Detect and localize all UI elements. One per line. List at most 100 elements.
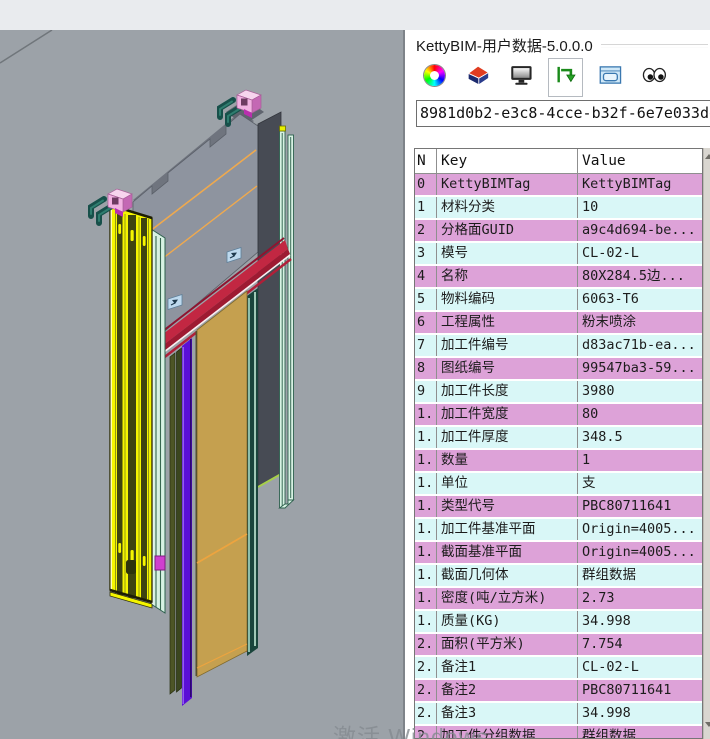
table-cell-val[interactable]: 2.73 — [578, 588, 702, 609]
table-row[interactable]: 1.单位支 — [415, 473, 702, 496]
table-cell-val[interactable]: 34.998 — [578, 703, 702, 724]
table-cell-key[interactable]: 加工件编号 — [437, 335, 577, 356]
table-cell-val[interactable]: 6063-T6 — [578, 289, 702, 310]
table-cell-val[interactable]: 3980 — [578, 381, 702, 402]
table-cell-num[interactable]: 1. — [415, 473, 436, 494]
table-row[interactable]: 1.截面几何体群组数据 — [415, 565, 702, 588]
material-wedge-icon[interactable] — [464, 61, 492, 89]
table-cell-key[interactable]: 加工件长度 — [437, 381, 577, 402]
table-cell-key[interactable]: 类型代号 — [437, 496, 577, 517]
table-cell-num[interactable]: 1. — [415, 404, 436, 425]
scroll-down-icon[interactable] — [705, 722, 710, 727]
table-cell-num[interactable]: 6 — [415, 312, 436, 333]
table-cell-num[interactable]: 2 — [415, 220, 436, 241]
table-cell-num[interactable]: 5 — [415, 289, 436, 310]
table-row[interactable]: 4名称80X284.5边... — [415, 266, 702, 289]
export-pipe-icon[interactable] — [552, 61, 580, 89]
eyes-icon[interactable] — [640, 61, 668, 89]
table-cell-num[interactable]: 8 — [415, 358, 436, 379]
table-cell-key[interactable]: 名称 — [437, 266, 577, 287]
table-cell-val[interactable]: Origin=4005... — [578, 542, 702, 563]
table-cell-val[interactable]: 80X284.5边... — [578, 266, 702, 287]
table-cell-num[interactable]: 1. — [415, 611, 436, 632]
table-row[interactable]: 1.加工件基准平面Origin=4005... — [415, 519, 702, 542]
table-cell-val[interactable]: PBC80711641 — [578, 496, 702, 517]
table-row[interactable]: 9加工件长度3980 — [415, 381, 702, 404]
table-row[interactable]: 1.质量(KG)34.998 — [415, 611, 702, 634]
table-row[interactable]: 3模号CL-02-L — [415, 243, 702, 266]
table-cell-num[interactable]: 7 — [415, 335, 436, 356]
table-cell-num[interactable]: 1 — [415, 197, 436, 218]
monitor-icon[interactable] — [507, 61, 535, 89]
table-cell-key[interactable]: 密度(吨/立方米) — [437, 588, 577, 609]
table-cell-val[interactable]: 群组数据 — [578, 726, 702, 739]
table-row[interactable]: 1.数量1 — [415, 450, 702, 473]
table-cell-val[interactable]: 10 — [578, 197, 702, 218]
table-cell-key[interactable]: 工程属性 — [437, 312, 577, 333]
table-cell-key[interactable]: 模号 — [437, 243, 577, 264]
table-cell-key[interactable]: 加工件基准平面 — [437, 519, 577, 540]
table-cell-num[interactable]: 2. — [415, 680, 436, 701]
table-cell-num[interactable]: 1. — [415, 450, 436, 471]
viewport-3d[interactable] — [0, 30, 403, 739]
table-row[interactable]: 7加工件编号d83ac71b-ea... — [415, 335, 702, 358]
color-wheel-icon[interactable] — [420, 61, 448, 89]
table-cell-num[interactable]: 1. — [415, 427, 436, 448]
table-row[interactable]: 6工程属性粉末喷涂 — [415, 312, 702, 335]
table-cell-key[interactable]: 材料分类 — [437, 197, 577, 218]
table-row[interactable]: 1.加工件厚度348.5 — [415, 427, 702, 450]
table-cell-key[interactable]: 质量(KG) — [437, 611, 577, 632]
scroll-up-icon[interactable] — [705, 154, 710, 159]
table-cell-num[interactable]: 2. — [415, 634, 436, 655]
table-row[interactable]: 8图纸编号99547ba3-59... — [415, 358, 702, 381]
table-cell-num[interactable]: 3 — [415, 243, 436, 264]
table-cell-val[interactable]: 粉末喷涂 — [578, 312, 702, 333]
table-cell-num[interactable]: 4 — [415, 266, 436, 287]
table-cell-val[interactable]: CL-02-L — [578, 243, 702, 264]
table-cell-val[interactable]: Origin=4005... — [578, 519, 702, 540]
table-row[interactable]: 2.备注2PBC80711641 — [415, 680, 702, 703]
table-cell-val[interactable]: 80 — [578, 404, 702, 425]
table-cell-val[interactable]: 34.998 — [578, 611, 702, 632]
table-cell-val[interactable]: 7.754 — [578, 634, 702, 655]
table-row[interactable]: 2分格面GUIDa9c4d694-be... — [415, 220, 702, 243]
table-cell-val[interactable]: 1 — [578, 450, 702, 471]
guid-input[interactable]: 8981d0b2-e3c8-4cce-b32f-6e7e033de — [416, 100, 710, 127]
table-cell-key[interactable]: 截面几何体 — [437, 565, 577, 586]
table-cell-key[interactable]: 面积(平方米) — [437, 634, 577, 655]
table-cell-num[interactable]: 1. — [415, 496, 436, 517]
table-row[interactable]: 0KettyBIMTagKettyBIMTag — [415, 174, 702, 197]
table-cell-num[interactable]: 1. — [415, 519, 436, 540]
table-cell-key[interactable]: 备注2 — [437, 680, 577, 701]
table-row[interactable]: 1.密度(吨/立方米)2.73 — [415, 588, 702, 611]
table-cell-num[interactable]: 2. — [415, 657, 436, 678]
table-cell-key[interactable]: 截面基准平面 — [437, 542, 577, 563]
table-cell-num[interactable]: 1. — [415, 542, 436, 563]
table-cell-num[interactable]: 1. — [415, 565, 436, 586]
table-cell-val[interactable]: KettyBIMTag — [578, 174, 702, 195]
table-cell-val[interactable]: 支 — [578, 473, 702, 494]
table-row[interactable]: 1.截面基准平面Origin=4005... — [415, 542, 702, 565]
table-cell-num[interactable]: 0 — [415, 174, 436, 195]
table-cell-key[interactable]: KettyBIMTag — [437, 174, 577, 195]
table-cell-val[interactable]: 群组数据 — [578, 565, 702, 586]
table-cell-key[interactable]: 分格面GUID — [437, 220, 577, 241]
table-cell-key[interactable]: 物料编码 — [437, 289, 577, 310]
table-cell-val[interactable]: 348.5 — [578, 427, 702, 448]
table-row[interactable]: 1材料分类10 — [415, 197, 702, 220]
table-cell-num[interactable]: 9 — [415, 381, 436, 402]
table-cell-val[interactable]: PBC80711641 — [578, 680, 702, 701]
table-cell-key[interactable]: 加工件宽度 — [437, 404, 577, 425]
panel-window-icon[interactable] — [596, 61, 624, 89]
table-cell-key[interactable]: 图纸编号 — [437, 358, 577, 379]
table-cell-key[interactable]: 备注1 — [437, 657, 577, 678]
table-scrollbar[interactable] — [703, 148, 710, 739]
table-cell-val[interactable]: CL-02-L — [578, 657, 702, 678]
table-cell-num[interactable]: 1. — [415, 588, 436, 609]
table-row[interactable]: 2.备注1CL-02-L — [415, 657, 702, 680]
table-cell-val[interactable]: 99547ba3-59... — [578, 358, 702, 379]
table-cell-key[interactable]: 数量 — [437, 450, 577, 471]
table-cell-key[interactable]: 加工件厚度 — [437, 427, 577, 448]
table-row[interactable]: 1.类型代号PBC80711641 — [415, 496, 702, 519]
table-row[interactable]: 2.面积(平方米)7.754 — [415, 634, 702, 657]
